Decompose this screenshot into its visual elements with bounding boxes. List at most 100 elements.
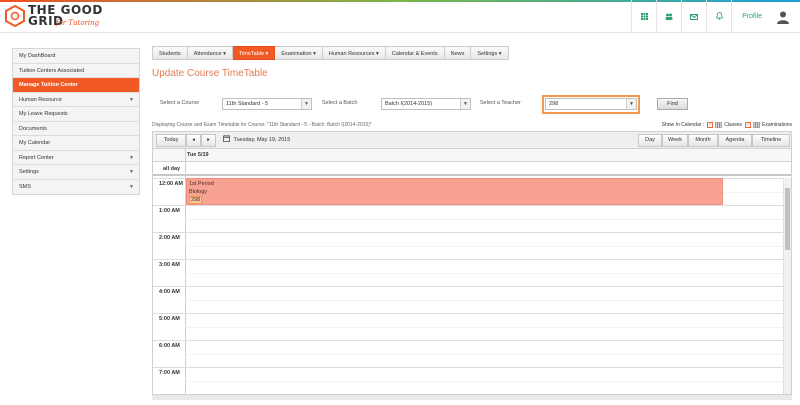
- time-label: 5:00 AM: [159, 316, 180, 322]
- caret-down-icon: ▼: [129, 154, 134, 161]
- sidebar-item-sms[interactable]: SMS ▼: [13, 179, 139, 194]
- sidebar-item-manage-tuition-center[interactable]: Manage Tuition Center: [13, 78, 139, 93]
- next-button[interactable]: ▸: [201, 134, 216, 147]
- caret-down-icon: ▼: [129, 169, 134, 175]
- time-label: 2:00 AM: [159, 235, 180, 241]
- show-in-calendar-label: Show In Calendar :: [661, 122, 705, 128]
- tab-label: Settings: [477, 51, 498, 57]
- sidebar-item-dashboard[interactable]: My DashBoard: [13, 49, 139, 64]
- find-button[interactable]: Find: [657, 98, 688, 110]
- tab-label: TimeTable: [238, 51, 265, 57]
- time-slot[interactable]: 4:00 AM: [153, 286, 785, 313]
- brand-logo[interactable]: THE GOOD GRID for Tutoring: [4, 4, 114, 32]
- sidebar-item-label: Report Center: [19, 154, 54, 161]
- profile-link[interactable]: Profile: [732, 13, 772, 20]
- sidebar-item-label: My DashBoard: [19, 53, 56, 59]
- users-icon[interactable]: [657, 12, 681, 22]
- event-teacher-tag: 298: [189, 196, 203, 204]
- sidebar-item-human-resource[interactable]: Human Resource ▼: [13, 92, 139, 107]
- calendar-day-header: Tue 5/19: [153, 149, 791, 162]
- caret-down-icon: ▾: [375, 51, 379, 57]
- bell-icon[interactable]: [707, 11, 731, 22]
- tab-settings[interactable]: Settings ▾: [471, 46, 509, 60]
- sidebar-item-tuition-centers-associated[interactable]: Tuition Centers Associated: [13, 63, 139, 78]
- today-button[interactable]: Today: [156, 134, 186, 147]
- sidebar-item-label: Tuition Centers Associated: [19, 67, 85, 74]
- teacher-select[interactable]: 298 ▼: [545, 98, 637, 110]
- classes-label: Classes: [724, 122, 742, 128]
- time-grid: 12:00 AM 1:00 AM 2:00 AM 3:00 AM 4:00 AM…: [153, 178, 785, 394]
- module-tabs: Students Attendance ▾ TimeTable ▾ Examin…: [152, 46, 509, 60]
- chevron-down-icon: ▼: [626, 99, 636, 109]
- avatar[interactable]: [772, 0, 794, 33]
- calendar-icon: [223, 135, 230, 142]
- time-slot[interactable]: 2:00 AM: [153, 232, 785, 259]
- tab-label: Calendar & Events: [391, 51, 438, 57]
- sidebar-item-label: Human Resource: [19, 96, 62, 103]
- sidebar-item-settings[interactable]: Settings ▼: [13, 165, 139, 180]
- day-column-label: Tue 5/19: [187, 152, 209, 158]
- view-week-button[interactable]: Week: [662, 134, 688, 147]
- grid-icon[interactable]: [632, 12, 656, 22]
- tab-calendar-events[interactable]: Calendar & Events: [385, 46, 445, 60]
- time-slot[interactable]: 1:00 AM: [153, 205, 785, 232]
- teacher-label: Select a Teacher: [480, 100, 521, 106]
- top-navbar: THE GOOD GRID for Tutoring Profile: [0, 0, 800, 33]
- mail-icon[interactable]: [682, 12, 706, 22]
- time-label: 6:00 AM: [159, 343, 180, 349]
- time-label: 4:00 AM: [159, 289, 180, 295]
- timetable-caption: Displaying Course and Exam Timetable for…: [152, 122, 372, 128]
- time-label: 3:00 AM: [159, 262, 180, 268]
- sidebar-item-my-calendar[interactable]: My Calendar: [13, 136, 139, 151]
- caret-down-icon: ▾: [498, 51, 502, 57]
- time-label: 7:00 AM: [159, 370, 180, 376]
- current-date-text: Tuesday, May 19, 2015: [233, 137, 291, 143]
- tab-attendance[interactable]: Attendance ▾: [187, 46, 233, 60]
- classes-checkbox[interactable]: ✓: [707, 122, 714, 128]
- tab-timetable[interactable]: TimeTable ▾: [232, 46, 276, 60]
- sidebar-item-documents[interactable]: Documents: [13, 121, 139, 136]
- view-month-button[interactable]: Month: [688, 134, 718, 147]
- course-select-value: 11th Standard - 5: [226, 101, 269, 107]
- sidebar-item-label: My Leave Requests: [19, 111, 68, 117]
- timetable-filters: Select a Course 11th Standard - 5 ▼ Sele…: [152, 95, 792, 114]
- allday-label: all day: [163, 166, 181, 172]
- caret-down-icon: ▾: [313, 51, 316, 57]
- caret-down-icon: ▾: [265, 51, 269, 57]
- page-title: Update Course TimeTable: [152, 68, 268, 79]
- event-subject: Biology: [189, 189, 208, 195]
- batch-select[interactable]: Batch I(2014-2015) ▼: [381, 98, 471, 110]
- current-date: Tuesday, May 19, 2015: [223, 134, 290, 147]
- sidebar-item-report-center[interactable]: Report Center ▼: [13, 150, 139, 165]
- prev-button[interactable]: ◂: [186, 134, 201, 147]
- tab-news[interactable]: News: [444, 46, 472, 60]
- batch-select-value: Batch I(2014-2015): [385, 101, 433, 107]
- scrollbar-thumb[interactable]: [785, 188, 790, 250]
- horizontal-scrollbar[interactable]: [152, 395, 792, 400]
- time-slot[interactable]: 3:00 AM: [153, 259, 785, 286]
- vertical-scrollbar[interactable]: [783, 178, 791, 394]
- allday-row: all day: [153, 162, 791, 176]
- time-slot[interactable]: 7:00 AM: [153, 367, 785, 394]
- event-title: 1st Period: [189, 181, 214, 187]
- caret-down-icon: ▼: [129, 183, 134, 190]
- course-select[interactable]: 11th Standard - 5 ▼: [222, 98, 312, 110]
- calendar-toolbar: Today ◂ ▸ Tuesday, May 19, 2015 Day Week…: [153, 132, 791, 149]
- sidebar-item-my-leave-requests[interactable]: My Leave Requests: [13, 107, 139, 122]
- chevron-down-icon: ▼: [460, 99, 470, 109]
- sidebar-menu: My DashBoard Tuition Centers Associated …: [12, 48, 140, 195]
- sidebar-item-label: Manage Tuition Center: [19, 82, 78, 88]
- time-label: 1:00 AM: [159, 208, 180, 214]
- top-icons: Profile: [631, 0, 800, 33]
- view-day-button[interactable]: Day: [638, 134, 662, 147]
- view-agenda-button[interactable]: Agenda: [718, 134, 752, 147]
- examinations-checkbox[interactable]: ✓: [744, 122, 751, 128]
- tab-label: Attendance: [193, 51, 222, 57]
- tab-examination[interactable]: Examination ▾: [275, 46, 323, 60]
- tab-human-resources[interactable]: Human Resources ▾: [322, 46, 386, 60]
- calendar-event[interactable]: 1st Period Biology 298: [186, 178, 723, 205]
- view-timeline-button[interactable]: Timeline: [752, 134, 790, 147]
- time-slot[interactable]: 6:00 AM: [153, 340, 785, 367]
- time-slot[interactable]: 5:00 AM: [153, 313, 785, 340]
- tab-students[interactable]: Students: [152, 46, 188, 60]
